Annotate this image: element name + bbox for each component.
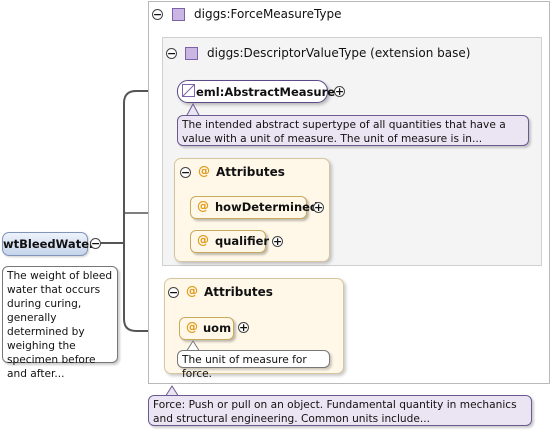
attribute-name: howDetermined xyxy=(215,200,319,214)
attributes-label: Attributes xyxy=(204,285,273,299)
root-element-node[interactable]: wtBleedWater xyxy=(2,232,95,256)
abstract-element-icon xyxy=(182,84,195,97)
base-type-name: diggs:DescriptorValueType (extension bas… xyxy=(207,46,471,60)
attribute-at-icon: @ xyxy=(197,233,209,247)
attributes-label: Attributes xyxy=(216,165,285,179)
type-documentation: Force: Push or pull on an object. Fundam… xyxy=(148,395,532,426)
attribute-name: qualifier xyxy=(215,234,270,248)
collapse-attributes-toggle[interactable]: − xyxy=(180,167,191,178)
complex-type-icon xyxy=(172,8,185,21)
type-name: diggs:ForceMeasureType xyxy=(194,7,342,21)
collapse-base-toggle[interactable]: − xyxy=(166,48,177,59)
attribute-at-icon: @ xyxy=(198,164,210,178)
attribute-at-icon: @ xyxy=(186,320,198,334)
collapse-type-toggle[interactable]: − xyxy=(152,9,163,20)
expand-howDetermined-icon[interactable]: + xyxy=(313,202,324,213)
abstract-element-documentation: The intended abstract supertype of all q… xyxy=(177,115,529,146)
attribute-name: uom xyxy=(203,321,232,335)
attribute-at-icon: @ xyxy=(186,284,198,298)
collapse-attributes-toggle[interactable]: − xyxy=(168,287,179,298)
abstract-element-name: eml:AbstractMeasure xyxy=(196,85,336,99)
attribute-at-icon: @ xyxy=(197,199,209,213)
uom-documentation: The unit of measure for force. xyxy=(177,350,330,380)
root-element-documentation: The weight of bleed water that occurs du… xyxy=(2,266,118,380)
expand-qualifier-icon[interactable]: + xyxy=(272,236,283,247)
complex-type-icon xyxy=(185,47,198,60)
collapse-element-toggle[interactable]: − xyxy=(90,238,101,249)
expand-uom-icon[interactable]: + xyxy=(238,322,249,333)
expand-abstract-element-icon[interactable]: + xyxy=(334,86,345,97)
